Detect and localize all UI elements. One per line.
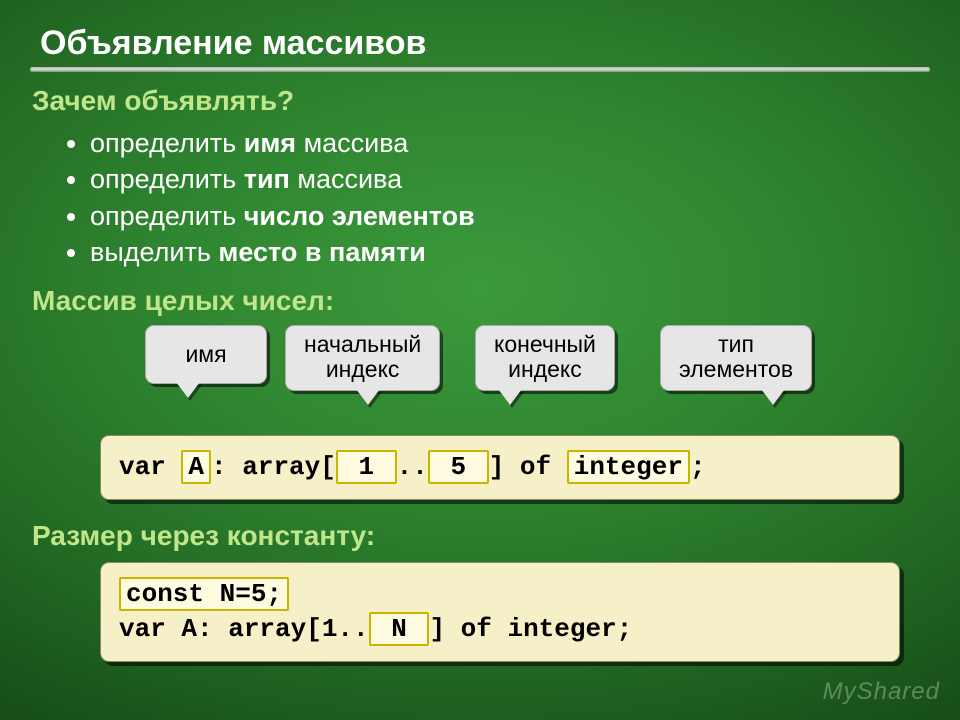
section-const-heading: Размер через константу: [32,520,930,552]
callout-name: имя [145,325,267,384]
section-why-heading: Зачем объявлять? [32,85,930,117]
code-text: ; [690,452,706,482]
text: определить [90,128,244,158]
callout-first-line1: начальный [304,331,421,357]
emphasis: место в памяти [218,237,425,267]
text: массива [296,128,408,158]
highlight-n: N [369,612,430,646]
code-text: var [119,452,181,482]
watermark: MyShared [823,678,940,706]
highlight-index-first: 1 [336,450,397,484]
callout-last-line2: индекс [508,356,582,382]
emphasis: число элементов [244,201,475,231]
text: выделить [90,237,218,267]
code-text: : array[ [211,452,336,482]
callout-first-line2: индекс [326,356,400,382]
code-array-const: const N=5; var A: array[1.. N ] of integ… [100,562,900,662]
emphasis: имя [244,128,296,158]
highlight-element-type: integer [567,450,690,484]
callout-row: имя начальный индекс конечный индекс тип… [30,325,930,425]
callout-last: конечный индекс [475,325,615,392]
code-text: var A: array[1.. [119,614,369,644]
why-item-1: определить имя массива [90,125,930,161]
callout-type-line1: тип [718,331,754,357]
callout-type: тип элементов [660,325,812,392]
callout-last-line1: конечный [494,331,596,357]
title-underline [30,67,930,71]
section-intarray-heading: Массив целых чисел: [32,285,930,317]
code-text: ] of integer; [429,614,632,644]
slide-title: Объявление массивов [40,24,930,63]
callout-first: начальный индекс [285,325,440,392]
highlight-array-name: A [181,450,211,484]
text: массива [290,164,402,194]
highlight-index-last: 5 [428,450,489,484]
code-text: .. [397,452,428,482]
text: определить [90,201,244,231]
code-text: ] of [489,452,567,482]
callout-name-label: имя [185,341,226,367]
why-item-4: выделить место в памяти [90,234,930,270]
text: определить [90,164,244,194]
highlight-const: const N=5; [119,577,289,611]
callout-type-line2: элементов [679,356,793,382]
why-item-2: определить тип массива [90,161,930,197]
why-list: определить имя массива определить тип ма… [30,125,930,271]
code-array-declaration: var A: array[ 1 .. 5 ] of integer; [100,435,900,500]
slide: Объявление массивов Зачем объявлять? опр… [0,0,960,720]
emphasis: тип [244,164,290,194]
why-item-3: определить число элементов [90,198,930,234]
